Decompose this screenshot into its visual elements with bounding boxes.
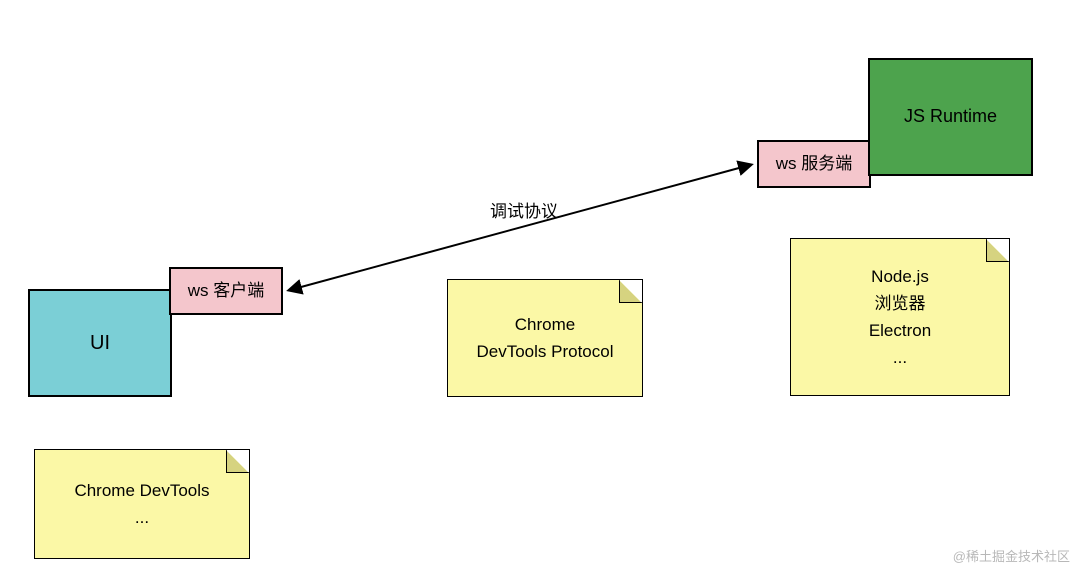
ws-server-label: ws 服务端 <box>776 152 853 176</box>
watermark-text: @稀土掘金技术社区 <box>953 549 1070 564</box>
ws-client-label: ws 客户端 <box>188 279 265 303</box>
note-right-text: Node.js 浏览器 Electron ... <box>869 263 931 372</box>
ws-server-box: ws 服务端 <box>757 140 871 188</box>
runtime-box: JS Runtime <box>868 58 1033 176</box>
note-middle-text: Chrome DevTools Protocol <box>476 311 613 365</box>
arrow-label: 调试协议 <box>490 197 558 222</box>
ui-label: UI <box>90 329 110 357</box>
runtime-label: JS Runtime <box>904 104 997 129</box>
note-runtimes: Node.js 浏览器 Electron ... <box>790 238 1010 396</box>
note-chrome-devtools-protocol: Chrome DevTools Protocol <box>447 279 643 397</box>
ui-box: UI <box>28 289 172 397</box>
watermark: @稀土掘金技术社区 <box>953 546 1070 565</box>
note-left-text: Chrome DevTools ... <box>74 477 209 531</box>
arrow-label-text: 调试协议 <box>490 202 558 221</box>
note-chrome-devtools: Chrome DevTools ... <box>34 449 250 559</box>
ws-client-box: ws 客户端 <box>169 267 283 315</box>
